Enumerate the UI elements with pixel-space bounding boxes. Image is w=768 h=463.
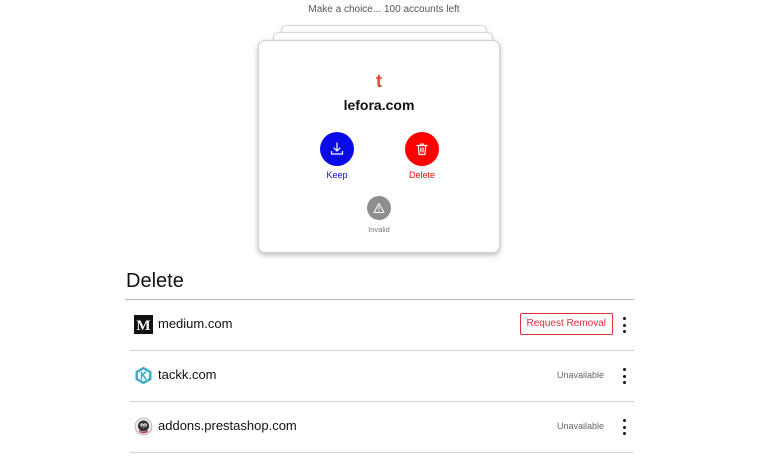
site-logo: t (376, 71, 382, 91)
delete-circle[interactable] (405, 132, 439, 166)
delete-label: Delete (408, 170, 435, 180)
list-item-name: tackk.com (158, 367, 217, 382)
invalid-circle[interactable] (367, 196, 391, 220)
medium-logo-icon: M (134, 315, 153, 334)
account-card: t lefora.com Keep Delete Invalid (258, 40, 500, 253)
delete-list: M medium.com Request Removal tackk.com U… (130, 300, 634, 453)
svg-text:M: M (136, 318, 150, 334)
status-unavailable: Unavailable (556, 370, 604, 380)
delete-section-title: Delete (126, 270, 184, 292)
request-removal-button[interactable]: Request Removal (519, 313, 613, 335)
keep-label: Keep (326, 170, 348, 180)
list-item: M medium.com Request Removal (130, 300, 634, 351)
site-name: lefora.com (343, 97, 415, 113)
trash-icon (416, 143, 428, 156)
delete-button[interactable]: Delete (392, 132, 452, 180)
tackk-logo-icon (134, 366, 153, 385)
more-options-icon[interactable] (620, 317, 628, 333)
more-options-icon[interactable] (620, 419, 628, 435)
accounts-left-status: Make a choice... 100 accounts left (308, 4, 460, 15)
invalid-label: Invalid (368, 225, 390, 234)
list-item-name: addons.prestashop.com (158, 418, 297, 433)
keep-circle[interactable] (320, 132, 354, 166)
keep-button[interactable]: Keep (307, 132, 367, 180)
list-item-name: medium.com (158, 316, 233, 331)
list-item: tackk.com Unavailable (130, 351, 634, 402)
prestashop-logo-icon (134, 417, 153, 436)
more-options-icon[interactable] (620, 368, 628, 384)
page: Make a choice... 100 accounts left t lef… (0, 0, 768, 463)
invalid-button[interactable]: Invalid (349, 196, 409, 234)
status-unavailable: Unavailable (556, 421, 604, 431)
list-item: addons.prestashop.com Unavailable (130, 402, 634, 453)
download-icon (330, 142, 344, 155)
warning-icon (373, 203, 385, 213)
